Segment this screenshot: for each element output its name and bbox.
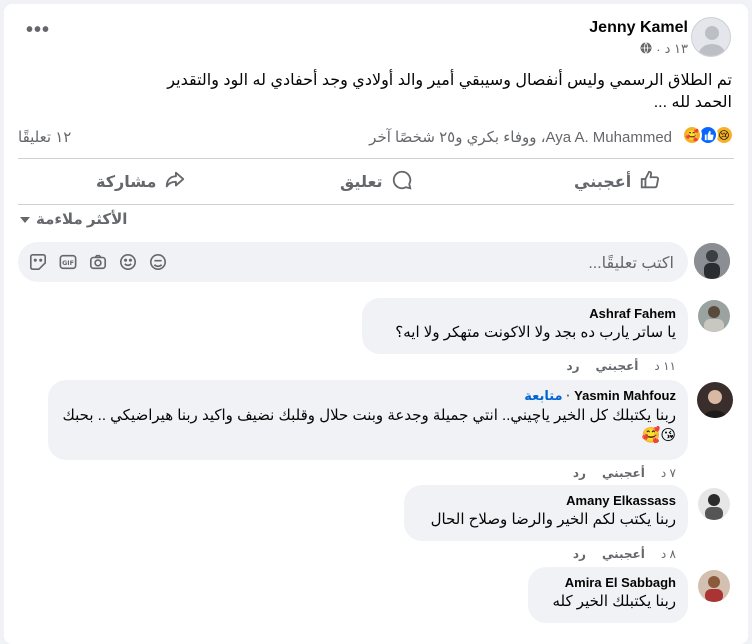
emoji-icon[interactable] <box>118 252 138 272</box>
commenter-name-row: Yasmin Mahfouz · متابعة <box>524 388 676 403</box>
commenter-avatar[interactable] <box>697 382 733 418</box>
comment-text: ربنا يكتبلك كل الخير ياچيني.. انتي جميلة… <box>62 407 676 444</box>
reactors-text[interactable]: Aya A. Muhammed، ووفاء بكري و٢٥ شخصًا آخ… <box>369 128 672 146</box>
share-button[interactable]: مشاركة <box>96 164 186 200</box>
comment-reply-button[interactable]: رد <box>573 547 586 561</box>
like-outline-icon <box>639 169 661 196</box>
commenter-name[interactable]: Amira El Sabbagh <box>540 575 676 590</box>
comment-time[interactable]: ٨ د <box>661 547 676 561</box>
caret-down-icon <box>20 211 30 228</box>
comment-time[interactable]: ١١ د <box>654 359 676 373</box>
comment-composer[interactable]: اكتب تعليقًا... GIF <box>18 242 688 282</box>
comment-sort-dropdown[interactable]: الأكثر ملاءمة <box>20 210 127 228</box>
comment-like-button[interactable]: أعجبني <box>602 466 645 480</box>
commenter-avatar[interactable] <box>698 488 730 520</box>
comment-reply-button[interactable]: رد <box>566 359 579 373</box>
comment-reply-button[interactable]: رد <box>573 466 586 480</box>
reaction-icons[interactable]: 😢 🥰 <box>682 125 734 145</box>
comment-bubble: Ashraf Fahem يا ساتر يارب ده بجد ولا الا… <box>362 298 688 354</box>
divider <box>18 158 734 159</box>
composer-avatar[interactable] <box>694 243 730 279</box>
comment-bubble: Amira El Sabbagh ربنا يكتبلك الخير كله <box>528 567 688 623</box>
comment-like-button[interactable]: أعجبني <box>596 359 639 373</box>
commenter-name[interactable]: Amany Elkassass <box>416 493 676 508</box>
share-icon <box>164 169 186 196</box>
comment-label: تعليق <box>340 174 383 191</box>
globe-icon <box>640 41 652 57</box>
comment-actions: ٨ د أعجبني رد <box>573 547 676 561</box>
post-time[interactable]: ١٣ د <box>665 41 688 57</box>
comment-actions: ١١ د أعجبني رد <box>566 359 676 373</box>
comment-button[interactable]: تعليق <box>340 164 413 200</box>
comment-like-button[interactable]: أعجبني <box>602 547 645 561</box>
comment-bubble: Yasmin Mahfouz · متابعة ربنا يكتبلك كل ا… <box>48 380 688 460</box>
composer-tools: GIF <box>28 252 168 272</box>
share-label: مشاركة <box>96 174 157 191</box>
post-meta: ١٣ د · <box>640 41 688 57</box>
follow-button[interactable]: متابعة <box>524 388 562 403</box>
commenter-name[interactable]: Yasmin Mahfouz <box>574 388 676 403</box>
comment-text: ربنا يكتب لكم الخير والرضا وصلاح الحال <box>430 511 676 528</box>
like-button[interactable]: أعجبني <box>574 164 661 200</box>
commenter-avatar[interactable] <box>698 300 730 332</box>
comment-actions: ٧ د أعجبني رد <box>573 466 676 480</box>
commenter-avatar[interactable] <box>698 570 730 602</box>
comment-text: يا ساتر يارب ده بجد ولا الاكونت متهكر ول… <box>395 324 676 341</box>
comment-count[interactable]: ١٢ تعليقًا <box>18 128 71 146</box>
reactions-summary: 😢 🥰 Aya A. Muhammed، ووفاء بكري و٢٥ شخصً… <box>18 124 734 150</box>
comment-bubble: Amany Elkassass ربنا يكتب لكم الخير والر… <box>404 485 688 541</box>
sticker-icon[interactable] <box>28 252 48 272</box>
sort-label: الأكثر ملاءمة <box>36 211 128 228</box>
camera-icon[interactable] <box>88 252 108 272</box>
comment-time[interactable]: ٧ د <box>661 466 676 480</box>
commenter-name[interactable]: Ashraf Fahem <box>374 306 676 321</box>
more-options-icon[interactable]: ••• <box>24 20 52 48</box>
post-card: Jenny Kamel ١٣ د · ••• تم الطلاق الرسمي … <box>4 4 748 644</box>
author-name[interactable]: Jenny Kamel <box>589 19 688 37</box>
composer-placeholder[interactable]: اكتب تعليقًا... <box>588 253 674 273</box>
post-text: تم الطلاق الرسمي وليس أنفصال وسيبقي أمير… <box>167 72 732 111</box>
love-icon: 🥰 <box>682 125 702 145</box>
meta-separator: · <box>656 41 661 57</box>
like-label: أعجبني <box>574 174 632 191</box>
divider <box>18 204 734 205</box>
comment-text: ربنا يكتبلك الخير كله <box>552 593 676 610</box>
svg-text:GIF: GIF <box>62 260 74 267</box>
author-avatar[interactable] <box>691 17 731 57</box>
comment-icon <box>391 169 413 196</box>
gif-icon[interactable]: GIF <box>58 252 78 272</box>
avatar-sticker-icon[interactable] <box>148 252 168 272</box>
